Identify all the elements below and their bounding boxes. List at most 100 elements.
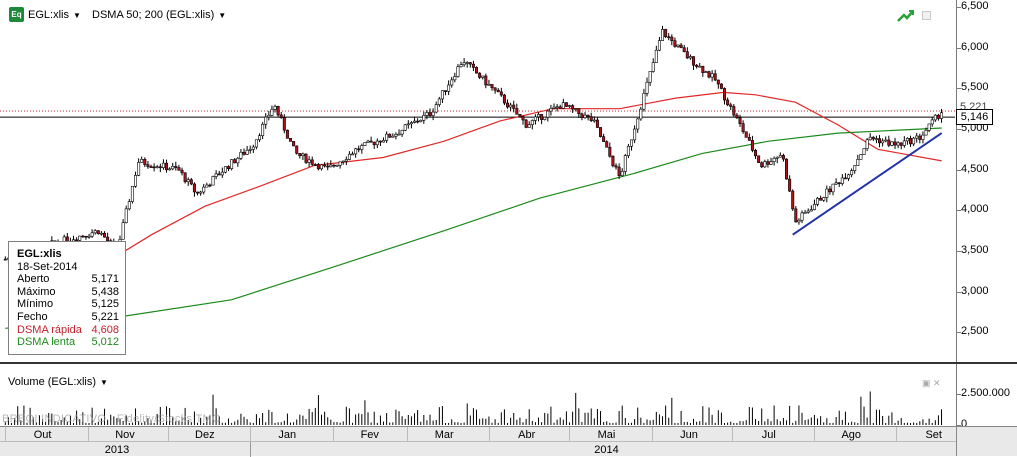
candle-body <box>568 105 572 107</box>
candle-body <box>422 115 426 121</box>
candle-body <box>403 124 407 131</box>
candle-body <box>174 166 178 168</box>
candle-body <box>456 66 460 77</box>
candle-body <box>372 141 376 146</box>
volume-panel-controls[interactable]: ▣ ✕ <box>922 378 941 389</box>
candle-body <box>196 191 200 194</box>
candle-body <box>887 139 891 146</box>
candle-body <box>617 166 621 176</box>
candle-body <box>515 108 519 115</box>
month-label: Ago <box>841 429 862 441</box>
candle-body <box>648 71 652 83</box>
candle-body <box>589 116 593 122</box>
candle-body <box>874 138 878 140</box>
candle-body <box>586 114 590 117</box>
candle-body <box>3 258 7 261</box>
watermark: BREOI INDICATIVO · Fidelity/Stocks TMC <box>2 413 221 425</box>
candle-body <box>710 73 714 78</box>
candle-body <box>871 136 875 140</box>
candle-body <box>924 130 928 136</box>
last-price-tag: 5,146 <box>956 109 993 125</box>
chart-window: Eq EGL:xlis ▼ DSMA 50; 200 (EGL:xlis) ▼ 6,… <box>0 0 1017 457</box>
candle-body <box>338 161 342 166</box>
candle-body <box>205 184 209 188</box>
month-row: Out Nov Dez Jan Fev Mar Abr Mai Jun Jul Ago Set <box>0 427 956 442</box>
candle-body <box>533 116 537 121</box>
candle-body <box>282 117 286 131</box>
candle-body <box>546 110 550 118</box>
candle-body <box>490 84 494 89</box>
candle-body <box>543 116 547 120</box>
open-row: Aberto 5,171 <box>17 273 125 286</box>
candle-body <box>484 75 488 86</box>
month-label: Abr <box>518 429 536 441</box>
candle-body <box>462 62 466 66</box>
candle-body <box>329 164 333 168</box>
candle-body <box>868 136 872 141</box>
candle-body <box>577 108 581 115</box>
candle-body <box>143 158 147 165</box>
candle-body <box>440 90 444 100</box>
month-tick <box>167 427 169 442</box>
candle-body <box>124 208 128 223</box>
candle-body <box>850 170 854 176</box>
candle-body <box>149 166 153 168</box>
candle-body <box>236 158 240 164</box>
candle-body <box>757 155 761 164</box>
high-value: 5,438 <box>91 285 119 298</box>
candle-body <box>161 162 165 169</box>
candle-body <box>688 56 692 59</box>
candle-body <box>794 208 798 223</box>
year-separator <box>250 442 252 457</box>
volume-axis: 2.500.000 0 <box>956 364 1017 430</box>
candle-body <box>267 115 271 118</box>
month-label: Jul <box>761 429 776 441</box>
low-label: Mínimo <box>17 298 54 311</box>
candle-body <box>608 146 612 157</box>
candle-body <box>645 81 649 94</box>
price-tick-label: 4,500 <box>961 162 989 175</box>
candle-body <box>90 232 94 237</box>
candle-body <box>499 91 503 96</box>
candle-body <box>301 153 305 157</box>
candle-body <box>884 139 888 142</box>
candle-body <box>428 112 432 116</box>
candle-body <box>388 133 392 138</box>
candle-body <box>397 133 401 136</box>
candle-body <box>211 176 215 186</box>
panel-divider[interactable] <box>0 362 1017 364</box>
candle-body <box>87 235 91 238</box>
year-row: 2013 2014 <box>0 442 956 457</box>
candle-body <box>806 210 810 213</box>
candle-body <box>189 179 193 185</box>
candle-body <box>809 209 813 212</box>
month-label: Mai <box>597 429 616 441</box>
high-label: Máximo <box>17 285 56 298</box>
candle-body <box>530 120 534 125</box>
candle-body <box>292 141 296 147</box>
candle-body <box>310 159 314 165</box>
candle-body <box>78 235 82 241</box>
candle-body <box>496 89 500 93</box>
candle-body <box>81 235 85 238</box>
candle-body <box>819 197 823 201</box>
fast-sma-value: 4,608 <box>91 323 119 336</box>
candle-body <box>121 222 125 240</box>
candle-body <box>344 159 348 162</box>
candle-body <box>890 141 894 146</box>
time-axis[interactable]: Out Nov Dez Jan Fev Mar Abr Mai Jun Jul Ago Set 201… <box>0 426 956 457</box>
candle-body <box>865 139 869 149</box>
candle-body <box>465 62 469 64</box>
candle-body <box>778 155 782 158</box>
candle-body <box>103 232 107 238</box>
candle-body <box>270 109 274 116</box>
volume-dropdown[interactable]: Volume (EGL:xlis) ▼ <box>8 376 108 388</box>
candle-body <box>468 62 472 65</box>
candle-body <box>626 145 630 156</box>
candle-body <box>564 102 568 107</box>
candle-body <box>208 184 212 187</box>
candle-body <box>279 114 283 118</box>
candle-body <box>620 171 624 176</box>
candle-body <box>856 159 860 166</box>
candle-body <box>657 40 661 51</box>
